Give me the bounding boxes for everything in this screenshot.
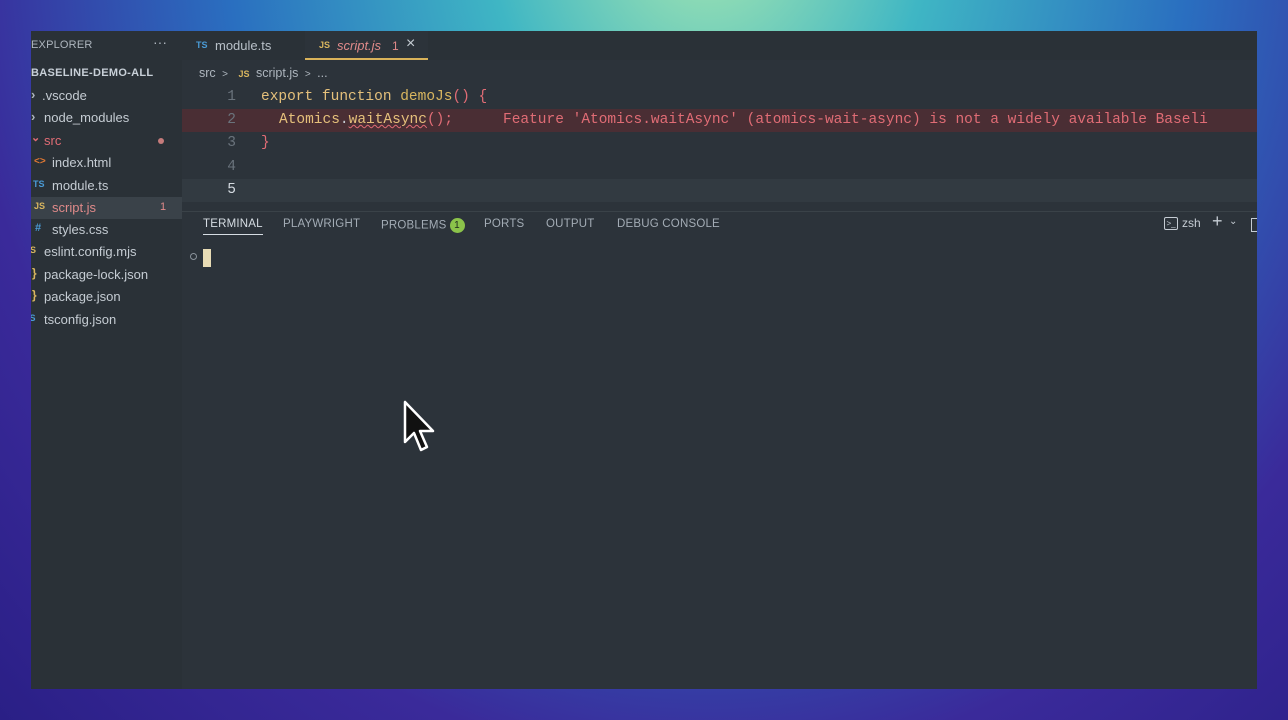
tab-script-js[interactable]: JS script.js 1 × bbox=[305, 31, 428, 60]
code-editor[interactable]: 1 export function demoJs() { 2 Atomics.w… bbox=[182, 86, 1257, 206]
workspace-root[interactable]: BASELINE-DEMO-ALL bbox=[31, 67, 153, 79]
tree-item-src[interactable]: ⌄ src bbox=[31, 130, 182, 152]
html-file-icon: <> bbox=[34, 156, 46, 167]
tab-playwright[interactable]: PLAYWRIGHT bbox=[283, 218, 360, 230]
chevron-right-icon: › bbox=[31, 109, 36, 124]
tab-label: module.ts bbox=[215, 38, 272, 53]
javascript-file-icon: JS bbox=[238, 69, 250, 79]
code-line[interactable]: 1 export function demoJs() { bbox=[182, 86, 1257, 109]
tree-item-label: index.html bbox=[52, 155, 112, 170]
css-file-icon: # bbox=[35, 222, 42, 234]
panel-tab-bar: TERMINAL PLAYWRIGHT PROBLEMS 1 PORTS OUTP… bbox=[182, 211, 1257, 240]
code-line-error[interactable]: 2 Atomics.waitAsync(); Feature 'Atomics.… bbox=[182, 109, 1257, 132]
modified-dot-icon bbox=[158, 138, 164, 144]
shell-name: zsh bbox=[1182, 216, 1201, 230]
tab-label: script.js bbox=[337, 38, 382, 53]
explorer-sidebar: EXPLORER ··· BASELINE-DEMO-ALL › .vscode… bbox=[31, 31, 182, 689]
tree-item-tsconfig[interactable]: TS tsconfig.json bbox=[31, 309, 182, 331]
typescript-file-icon: TS bbox=[33, 179, 45, 189]
line-source: Atomics.waitAsync(); bbox=[279, 112, 453, 128]
tree-item-label: module.ts bbox=[52, 178, 109, 193]
javascript-file-icon: JS bbox=[34, 201, 46, 211]
dot-token: . bbox=[339, 112, 349, 128]
json-file-icon: } bbox=[32, 288, 37, 302]
tree-item-label: package.json bbox=[44, 289, 121, 304]
tab-module-ts[interactable]: TS module.ts bbox=[188, 31, 292, 60]
function-name-token: demoJs bbox=[400, 89, 453, 105]
explorer-header: EXPLORER ··· bbox=[31, 31, 182, 59]
line-number: 2 bbox=[227, 112, 236, 128]
tab-debug-console[interactable]: DEBUG CONSOLE bbox=[617, 218, 720, 230]
breadcrumb-symbol[interactable]: ... bbox=[317, 66, 327, 80]
typescript-file-icon: TS bbox=[196, 40, 208, 50]
breadcrumb-separator: > bbox=[222, 69, 228, 80]
tree-item-label: node_modules bbox=[44, 110, 130, 125]
new-terminal-plus-icon[interactable]: + bbox=[1212, 211, 1223, 232]
tab-terminal[interactable]: TERMINAL bbox=[203, 218, 263, 235]
tab-output[interactable]: OUTPUT bbox=[546, 218, 594, 230]
more-actions-icon[interactable]: ··· bbox=[153, 34, 167, 50]
tree-item-label: src bbox=[44, 133, 62, 148]
tree-item-index-html[interactable]: <> index.html bbox=[31, 152, 182, 174]
tree-item-label: .vscode bbox=[42, 88, 87, 103]
line-number: 5 bbox=[227, 182, 236, 198]
prompt-indicator-icon bbox=[190, 253, 197, 260]
chevron-down-icon: ⌄ bbox=[31, 132, 41, 144]
code-line-current[interactable]: 5 bbox=[182, 179, 1257, 202]
terminal-icon: >_ bbox=[1164, 217, 1178, 231]
breadcrumb-file[interactable]: script.js bbox=[256, 66, 298, 80]
close-icon[interactable]: × bbox=[406, 35, 415, 53]
line-number: 1 bbox=[227, 89, 236, 105]
breadcrumb-separator: > bbox=[304, 69, 311, 80]
method-token: waitAsync bbox=[348, 112, 427, 128]
json-file-icon: } bbox=[32, 266, 37, 280]
explorer-title: EXPLORER bbox=[31, 39, 93, 51]
breadcrumb-folder[interactable]: src bbox=[199, 66, 216, 80]
line-number: 4 bbox=[227, 159, 236, 175]
line-source: } bbox=[261, 135, 270, 151]
line-source: export function demoJs() { bbox=[261, 89, 487, 105]
tree-item-label: styles.css bbox=[52, 222, 109, 237]
tab-problems-label: PROBLEMS bbox=[381, 219, 447, 232]
tree-item-styles-css[interactable]: # styles.css bbox=[31, 219, 182, 241]
tab-problem-count: 1 bbox=[392, 39, 399, 53]
tree-item-eslint-config[interactable]: JS eslint.config.mjs bbox=[31, 241, 182, 263]
vscode-window: EXPLORER ··· BASELINE-DEMO-ALL › .vscode… bbox=[31, 31, 1257, 689]
chevron-right-icon: › bbox=[31, 87, 36, 102]
code-line[interactable]: 4 bbox=[182, 156, 1257, 179]
code-line[interactable]: 3 } bbox=[182, 132, 1257, 155]
terminal-cursor bbox=[203, 249, 211, 267]
tree-item-label: tsconfig.json bbox=[44, 312, 117, 327]
breadcrumb: src > JS script.js > ... bbox=[199, 66, 331, 80]
terminal-area[interactable] bbox=[182, 240, 1257, 689]
tree-item-label: package-lock.json bbox=[44, 267, 149, 282]
tab-problems[interactable]: PROBLEMS 1 bbox=[381, 218, 465, 233]
object-token: Atomics bbox=[279, 112, 340, 128]
tab-ports[interactable]: PORTS bbox=[484, 218, 524, 230]
javascript-file-icon: JS bbox=[319, 40, 331, 50]
panel-layout-icon[interactable] bbox=[1251, 218, 1257, 232]
line-number: 3 bbox=[227, 135, 236, 151]
punctuation-token: () { bbox=[452, 89, 488, 105]
mouse-pointer-icon bbox=[403, 400, 435, 452]
tree-item-vscode[interactable]: › .vscode bbox=[31, 85, 182, 107]
tree-item-module-ts[interactable]: TS module.ts bbox=[31, 175, 182, 197]
problems-count-badge: 1 bbox=[449, 218, 465, 233]
terminal-shell-selector[interactable]: >_ zsh bbox=[1164, 216, 1201, 231]
inline-diagnostic[interactable]: Feature 'Atomics.waitAsync' (atomics-wai… bbox=[503, 112, 1208, 128]
tree-item-script-js[interactable]: JS script.js 1 bbox=[31, 197, 182, 219]
keyword-token: export function bbox=[261, 89, 401, 105]
tree-item-label: eslint.config.mjs bbox=[44, 244, 137, 259]
javascript-file-icon: JS bbox=[31, 245, 37, 255]
typescript-config-icon: TS bbox=[31, 313, 36, 323]
tree-item-node-modules[interactable]: › node_modules bbox=[31, 107, 182, 129]
problem-count-badge: 1 bbox=[160, 201, 167, 213]
tree-item-package-lock[interactable]: } package-lock.json bbox=[31, 264, 182, 286]
editor-tab-bar: TS module.ts JS script.js 1 × bbox=[182, 31, 1257, 60]
punctuation-token: (); bbox=[426, 112, 454, 128]
chevron-down-icon[interactable]: ⌄ bbox=[1229, 216, 1237, 227]
tree-item-label: script.js bbox=[52, 200, 97, 215]
tree-item-package-json[interactable]: } package.json bbox=[31, 286, 182, 308]
